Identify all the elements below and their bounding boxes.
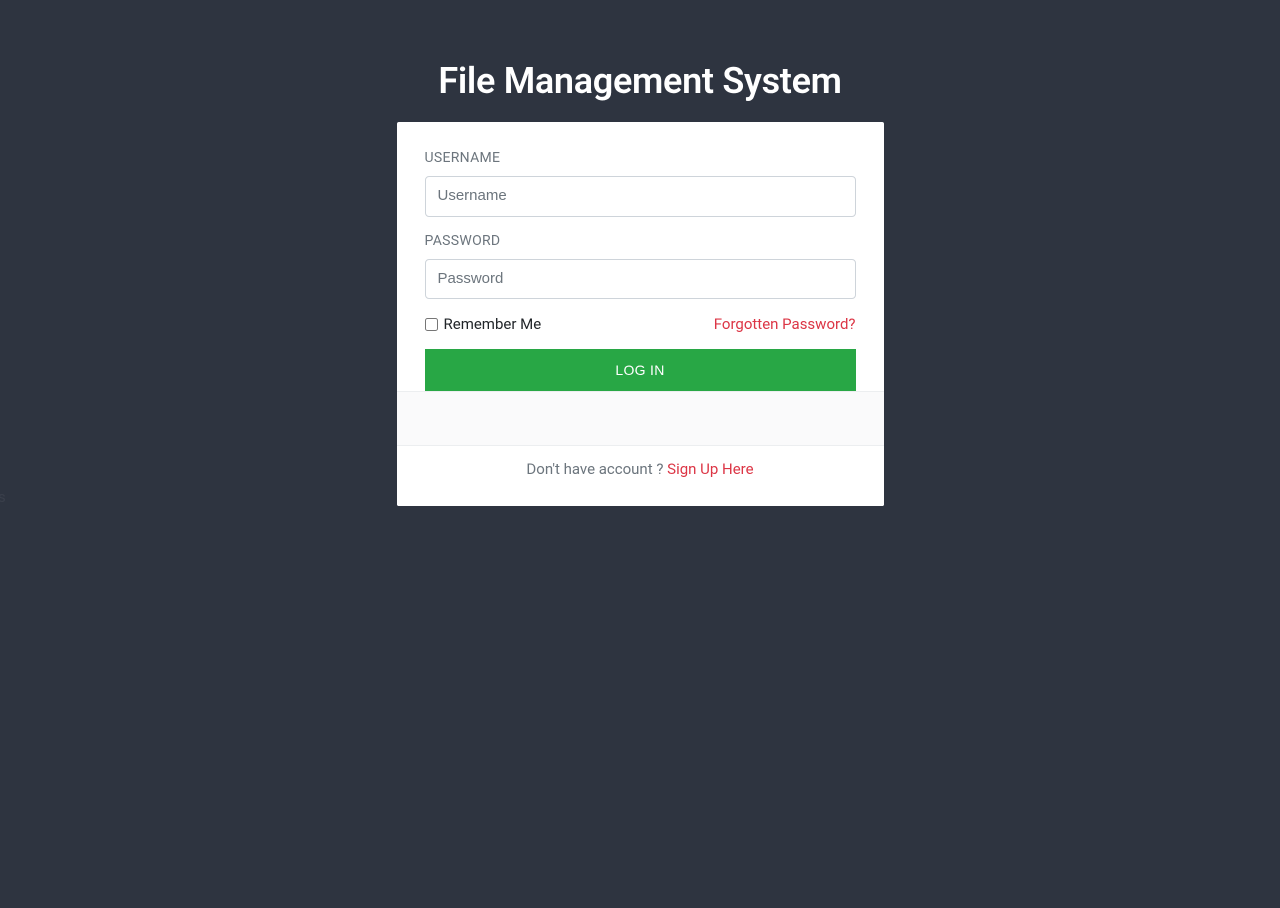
spacer-band xyxy=(397,391,884,446)
signup-prompt: Don't have account ? xyxy=(526,460,667,478)
username-label: USERNAME xyxy=(425,150,856,166)
username-group: USERNAME xyxy=(425,150,856,217)
signup-footer: Don't have account ? Sign Up Here xyxy=(397,446,884,506)
stray-text: s xyxy=(0,488,6,506)
password-group: PASSWORD xyxy=(425,233,856,300)
password-input[interactable] xyxy=(425,259,856,300)
password-label: PASSWORD xyxy=(425,233,856,249)
remember-label[interactable]: Remember Me xyxy=(444,315,542,333)
remember-row: Remember Me Forgotten Password? xyxy=(425,315,856,333)
login-button[interactable]: LOG IN xyxy=(425,349,856,391)
login-card: USERNAME PASSWORD Remember Me Forgotten … xyxy=(397,122,884,506)
remember-wrap: Remember Me xyxy=(425,315,542,333)
login-card-body: USERNAME PASSWORD Remember Me Forgotten … xyxy=(397,122,884,391)
forgot-password-link[interactable]: Forgotten Password? xyxy=(714,315,856,333)
username-input[interactable] xyxy=(425,176,856,217)
signup-link[interactable]: Sign Up Here xyxy=(667,460,753,478)
login-container: File Management System USERNAME PASSWORD… xyxy=(397,0,884,506)
page-title: File Management System xyxy=(397,60,884,102)
remember-checkbox[interactable] xyxy=(425,318,438,331)
